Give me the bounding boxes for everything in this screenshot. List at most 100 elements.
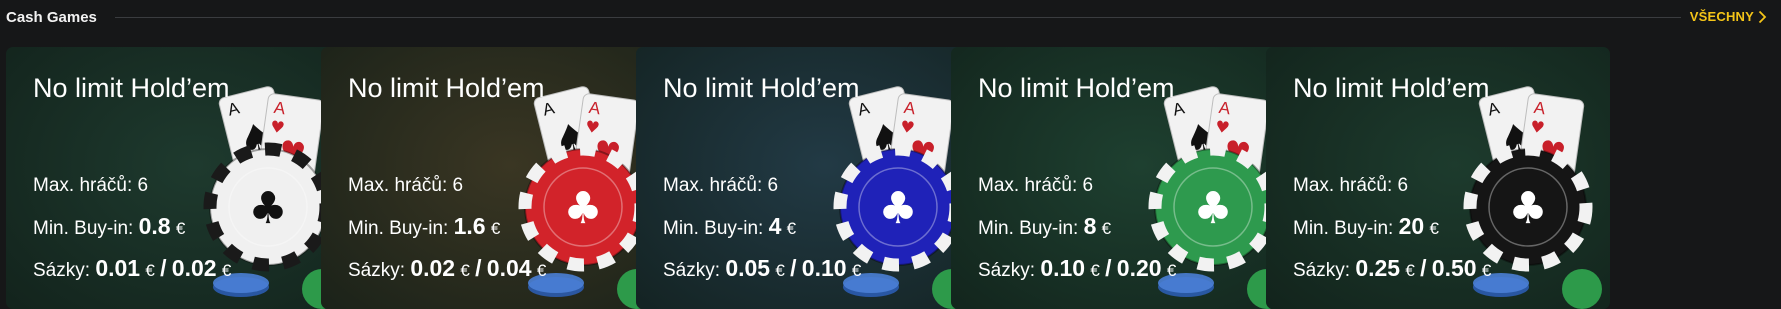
currency-symbol: €: [1429, 219, 1439, 238]
max-players-label: Max. hráčů:: [663, 175, 763, 196]
max-players: Max. hráčů: 6: [978, 175, 1093, 197]
max-players-value: 6: [1082, 175, 1094, 196]
svg-text:♣: ♣: [1193, 183, 1232, 234]
max-players: Max. hráčů: 6: [348, 175, 463, 197]
min-buyin-value: 20: [1398, 213, 1425, 239]
min-buyin-value: 4: [768, 213, 782, 239]
see-all-label: VŠECHNY: [1689, 9, 1754, 24]
currency-symbol: €: [145, 261, 155, 280]
currency-symbol: €: [1166, 261, 1177, 280]
game-card[interactable]: A ♠ A ♥ ♥ ♣ No limit Hold’em Max. hráčů:…: [1266, 47, 1610, 309]
currency-symbol: €: [1101, 219, 1112, 238]
svg-text:♠: ♠: [549, 113, 595, 166]
game-card[interactable]: A ♠ A ♥ ♥ ♣ No limit Hold’em Max. hráčů:…: [636, 47, 980, 309]
min-buyin-label: Min. Buy-in:: [348, 218, 449, 239]
currency-symbol: €: [1405, 261, 1415, 280]
stakes-label: Sázky:: [978, 260, 1036, 281]
see-all-link[interactable]: VŠECHNY: [1690, 9, 1767, 24]
stakes-label: Sázky:: [348, 260, 406, 281]
game-title: No limit Hold’em: [663, 73, 860, 103]
min-buyin-label: Min. Buy-in:: [663, 218, 764, 239]
svg-text:♥: ♥: [584, 117, 601, 138]
game-title: No limit Hold’em: [1293, 73, 1490, 103]
max-players-value: 6: [767, 175, 779, 196]
stakes-label: Sázky:: [33, 260, 91, 281]
svg-text:♥: ♥: [1529, 117, 1546, 138]
min-buyin-label: Min. Buy-in:: [978, 218, 1079, 239]
svg-text:♣: ♣: [563, 183, 602, 234]
stakes-label: Sázky:: [1293, 260, 1351, 281]
svg-text:♥: ♥: [1214, 117, 1231, 138]
game-title: No limit Hold’em: [33, 73, 230, 103]
svg-text:♠: ♠: [1494, 113, 1540, 166]
currency-symbol: €: [851, 261, 862, 280]
stake-separator: /: [1105, 255, 1112, 281]
min-buyin: Min. Buy-in: 20 €: [1293, 213, 1439, 240]
game-title: No limit Hold’em: [978, 73, 1175, 103]
min-buyin-value: 8: [1083, 213, 1097, 239]
min-buyin: Min. Buy-in: 1.6 €: [348, 213, 500, 240]
min-buyin-value: 1.6: [453, 213, 486, 239]
min-buyin-value: 0.8: [138, 213, 171, 239]
stakes: Sázky: 0.10 € / 0.20 €: [978, 255, 1176, 282]
min-buyin-label: Min. Buy-in:: [1293, 218, 1394, 239]
stake-separator: /: [1420, 255, 1427, 281]
currency-symbol: €: [1481, 261, 1492, 280]
svg-text:A: A: [588, 98, 603, 118]
stake-separator: /: [790, 255, 797, 281]
game-card[interactable]: A ♠ A ♥ ♥ ♣ No limit Hold’em Max. hráčů:…: [6, 47, 350, 309]
max-players-label: Max. hráčů:: [33, 175, 133, 196]
stake-small-value: 0.10: [1040, 255, 1086, 281]
max-players: Max. hráčů: 6: [33, 175, 148, 197]
stakes: Sázky: 0.01 € / 0.02 €: [33, 255, 231, 282]
stake-big-value: 0.10: [801, 255, 847, 281]
chevron-right-icon: [1758, 10, 1767, 23]
currency-symbol: €: [460, 261, 470, 280]
stakes: Sázky: 0.02 € / 0.04 €: [348, 255, 546, 282]
svg-text:♣: ♣: [878, 183, 917, 234]
currency-symbol: €: [786, 219, 797, 238]
max-players: Max. hráčů: 6: [663, 175, 778, 197]
svg-text:♥: ♥: [277, 134, 309, 172]
svg-text:A: A: [903, 98, 918, 118]
game-title: No limit Hold’em: [348, 73, 545, 103]
svg-text:♠: ♠: [1179, 113, 1225, 166]
svg-text:A: A: [1533, 98, 1548, 118]
max-players-value: 6: [137, 175, 149, 196]
stake-big-value: 0.20: [1116, 255, 1162, 281]
svg-text:♥: ♥: [1222, 134, 1254, 172]
currency-symbol: €: [775, 261, 785, 280]
svg-text:♥: ♥: [592, 134, 624, 172]
svg-text:♠: ♠: [864, 113, 910, 166]
stake-small-value: 0.01: [95, 255, 141, 281]
max-players-value: 6: [1397, 175, 1409, 196]
stake-small-value: 0.02: [410, 255, 456, 281]
currency-symbol: €: [490, 219, 501, 238]
game-card[interactable]: A ♠ A ♥ ♥ ♣ No limit Hold’em Max. hráčů:…: [951, 47, 1295, 309]
svg-text:♣: ♣: [248, 183, 287, 234]
max-players-label: Max. hráčů:: [978, 175, 1078, 196]
currency-symbol: €: [536, 261, 547, 280]
cash-games-carousel: A ♠ A ♥ ♥ ♣ No limit Hold’em Max. hráčů:…: [6, 47, 1781, 309]
svg-text:♥: ♥: [1537, 134, 1569, 172]
min-buyin: Min. Buy-in: 0.8 €: [33, 213, 185, 240]
game-card[interactable]: A ♠ A ♥ ♥ ♣ No limit Hold’em Max. hráčů:…: [321, 47, 665, 309]
max-players-label: Max. hráčů:: [1293, 175, 1393, 196]
stake-small-value: 0.25: [1355, 255, 1401, 281]
stake-big-value: 0.02: [171, 255, 217, 281]
stakes: Sázky: 0.25 € / 0.50 €: [1293, 255, 1491, 282]
section-header: Cash Games VŠECHNY: [0, 0, 1781, 36]
svg-text:♠: ♠: [234, 113, 280, 166]
currency-symbol: €: [175, 219, 186, 238]
svg-text:♥: ♥: [899, 117, 916, 138]
max-players-label: Max. hráčů:: [348, 175, 448, 196]
stakes-label: Sázky:: [663, 260, 721, 281]
max-players: Max. hráčů: 6: [1293, 175, 1408, 197]
section-divider: [115, 17, 1681, 18]
stake-separator: /: [160, 255, 167, 281]
svg-text:♥: ♥: [269, 117, 286, 138]
currency-symbol: €: [1090, 261, 1100, 280]
currency-symbol: €: [221, 261, 232, 280]
stake-separator: /: [475, 255, 482, 281]
min-buyin-label: Min. Buy-in:: [33, 218, 134, 239]
